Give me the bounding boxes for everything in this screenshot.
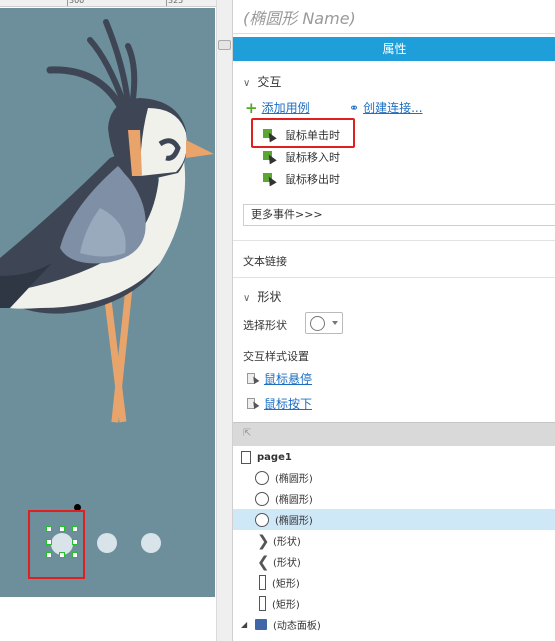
expand-toggle-icon[interactable]: ◢: [241, 620, 247, 629]
interaction-style-label: 交互样式设置: [243, 350, 309, 363]
vertical-scrollbar[interactable]: [216, 0, 232, 641]
tree-item[interactable]: (矩形): [233, 593, 555, 614]
add-case-link[interactable]: 添加用例: [262, 99, 310, 116]
mousedown-style-button[interactable]: 鼠标按下: [247, 395, 312, 412]
ruler-label-300: 300: [69, 0, 85, 5]
design-canvas[interactable]: 300 325: [0, 0, 232, 641]
ruler-label-325: 325: [168, 0, 184, 5]
inspector-panel: (椭圆形 Name) 属性 ∨ 交互 + 添加用例 ⚭ 创建连接... 鼠标单击时…: [232, 0, 555, 641]
circle-icon: [255, 470, 269, 485]
outline-toolbar: ⇱: [233, 422, 555, 446]
divider: [233, 33, 555, 34]
tree-page[interactable]: page1: [233, 447, 555, 468]
circle-icon: [255, 512, 269, 527]
tree-item[interactable]: (椭圆形): [233, 467, 555, 488]
tree-item-label: (椭圆形): [275, 516, 313, 527]
more-events-dropdown[interactable]: 更多事件>>>: [243, 204, 555, 226]
event-label: 鼠标移入时: [285, 151, 340, 164]
interaction-section-header[interactable]: ∨ 交互: [243, 73, 281, 90]
cursor-event-icon: [263, 151, 277, 165]
rectangle-icon: [259, 596, 266, 611]
shape-section-title: 形状: [257, 290, 282, 304]
event-onmouseout[interactable]: 鼠标移出时: [263, 171, 340, 187]
tree-item-label: (椭圆形): [275, 474, 313, 485]
chevron-down-icon: ∨: [243, 78, 251, 89]
hover-style-link[interactable]: 鼠标悬停: [264, 370, 312, 387]
tree-item-label: (矩形): [272, 600, 300, 611]
tree-item-label: (矩形): [272, 579, 300, 590]
bird-illustration: [0, 19, 214, 423]
link-icon: ⚭: [349, 100, 360, 115]
red-highlight-box: [28, 510, 85, 579]
circle-icon: [255, 491, 269, 506]
tree-item[interactable]: (矩形): [233, 572, 555, 593]
horizontal-ruler: 300 325: [0, 0, 216, 7]
divider: [233, 240, 555, 241]
event-onclick[interactable]: 鼠标单击时: [263, 127, 340, 143]
chevron-down-icon: ∨: [243, 293, 251, 304]
cursor-press-icon: [247, 398, 260, 410]
create-link-link[interactable]: 创建连接...: [363, 99, 422, 116]
rectangle-icon: [259, 575, 266, 590]
event-label: 鼠标移出时: [285, 173, 340, 186]
chevron-right-icon: ❯: [257, 531, 270, 550]
artboard[interactable]: [0, 8, 215, 597]
cursor-event-icon: [263, 129, 277, 143]
tree-item[interactable]: (椭圆形): [233, 488, 555, 509]
tree-item-label: (形状): [273, 537, 301, 548]
create-link-button[interactable]: ⚭ 创建连接...: [349, 99, 423, 116]
properties-tab[interactable]: 属性: [233, 37, 555, 61]
mousedown-style-link[interactable]: 鼠标按下: [264, 395, 312, 412]
divider: [233, 277, 555, 278]
shape-section-header[interactable]: ∨ 形状: [243, 288, 281, 305]
interaction-section-title: 交互: [257, 75, 282, 89]
page-label: page1: [257, 452, 292, 463]
tree-item-label: (形状): [273, 558, 301, 569]
tree-item-label: (椭圆形): [275, 495, 313, 506]
shape-picker[interactable]: [305, 312, 343, 334]
tree-item-selected[interactable]: (椭圆形): [233, 509, 555, 530]
tree-item[interactable]: ❯ (形状): [233, 530, 555, 551]
hover-style-button[interactable]: 鼠标悬停: [247, 370, 312, 387]
page-icon: [241, 451, 251, 464]
chevron-left-icon: ❮: [257, 552, 270, 571]
widget-name-field[interactable]: (椭圆形 Name): [243, 5, 356, 29]
ellipse-shape[interactable]: [141, 533, 161, 553]
plus-icon: +: [245, 98, 258, 117]
ellipse-shape[interactable]: [97, 533, 117, 553]
cursor-event-icon: [263, 173, 277, 187]
scrollbar-thumb[interactable]: [218, 40, 231, 50]
cursor-hover-icon: [247, 373, 260, 385]
event-onmouseenter[interactable]: 鼠标移入时: [263, 149, 340, 165]
tree-item[interactable]: ❮ (形状): [233, 551, 555, 572]
add-case-button[interactable]: + 添加用例: [245, 99, 310, 116]
tree-item[interactable]: ◢ (动态面板): [233, 614, 555, 635]
caret-down-icon: [332, 321, 338, 325]
ruler-tick: [67, 0, 68, 6]
text-link-label[interactable]: 文本链接: [243, 253, 287, 269]
dynamic-panel-icon: [255, 619, 267, 630]
circle-icon: [310, 316, 325, 331]
select-shape-label: 选择形状: [243, 319, 287, 332]
event-label: 鼠标单击时: [285, 129, 340, 142]
ruler-tick: [166, 0, 167, 6]
tree-item-label: (动态面板): [273, 621, 321, 632]
pin-icon[interactable]: ⇱: [243, 428, 251, 439]
